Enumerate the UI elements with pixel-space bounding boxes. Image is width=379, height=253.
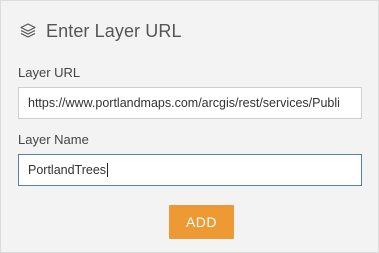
layer-url-label: Layer URL — [18, 65, 81, 80]
add-button[interactable]: ADD — [169, 205, 234, 239]
layer-url-input[interactable]: https://www.portlandmaps.com/arcgis/rest… — [18, 87, 362, 119]
layer-name-input[interactable]: PortlandTrees — [18, 154, 362, 186]
add-layer-panel: Enter Layer URL Layer URL https://www.po… — [0, 0, 379, 253]
layer-url-value: https://www.portlandmaps.com/arcgis/rest… — [28, 96, 340, 110]
layer-name-value: PortlandTrees — [28, 163, 107, 177]
layers-icon — [18, 21, 38, 41]
panel-title: Enter Layer URL — [46, 20, 182, 41]
layer-name-label: Layer Name — [18, 132, 89, 147]
text-caret — [107, 163, 109, 177]
panel-header: Enter Layer URL — [18, 17, 182, 45]
